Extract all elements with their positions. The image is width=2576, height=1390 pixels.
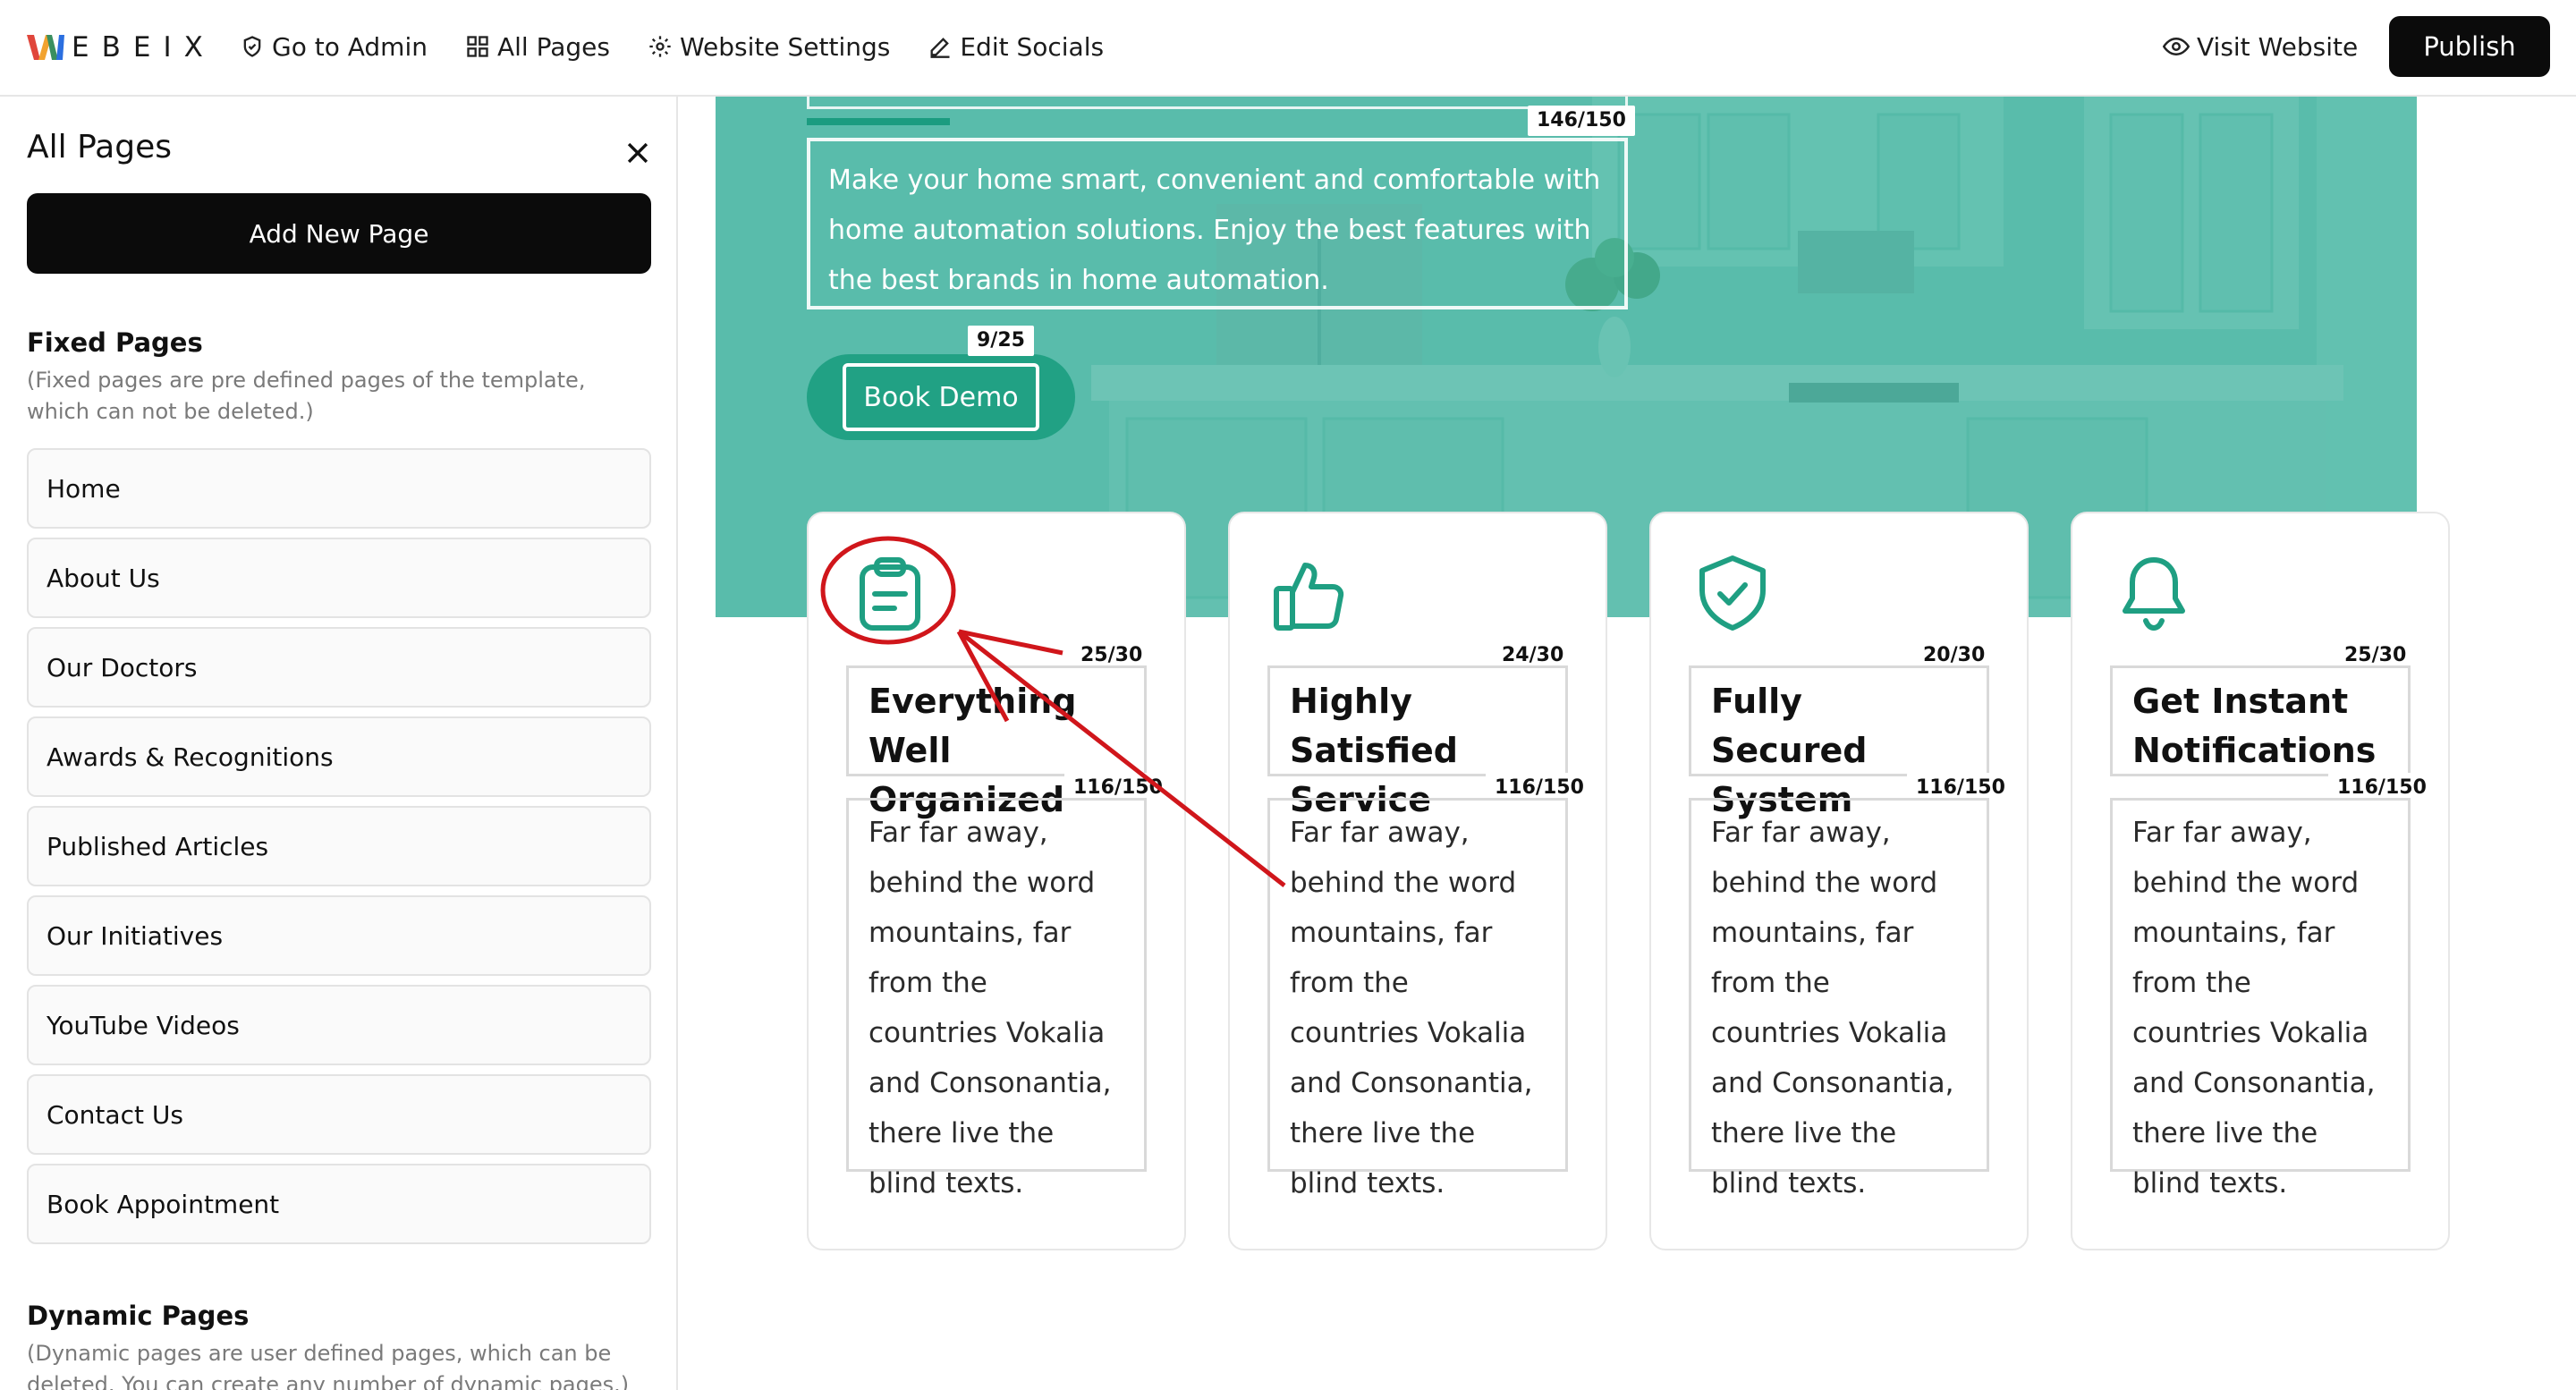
- book-demo-button[interactable]: Book Demo: [843, 363, 1039, 431]
- all-pages-sidebar: All Pages Add New Page Fixed Pages (Fixe…: [0, 97, 678, 1390]
- bell-icon[interactable]: [2114, 553, 2194, 633]
- shield-check-icon[interactable]: [1692, 553, 1773, 633]
- sidebar-item-awards[interactable]: Awards & Recognitions: [27, 716, 651, 797]
- publish-button[interactable]: Publish: [2389, 16, 2550, 77]
- eye-icon: [2163, 37, 2190, 56]
- card-title-field[interactable]: Fully Secured System: [1689, 665, 1989, 819]
- hero-text-counter: 146/150: [1528, 106, 1635, 136]
- dynamic-pages-title: Dynamic Pages: [27, 1301, 250, 1331]
- pencil-icon: [930, 38, 950, 58]
- fixed-pages-title: Fixed Pages: [27, 327, 203, 358]
- thumbs-up-icon[interactable]: [1271, 553, 1352, 633]
- sidebar-item-published-articles[interactable]: Published Articles: [27, 806, 651, 886]
- webeix-logo[interactable]: EBEIX: [27, 30, 216, 65]
- fixed-pages-note: (Fixed pages are pre defined pages of th…: [27, 368, 586, 424]
- card-description-field[interactable]: Far far away, behind the word mountains,…: [2110, 798, 2411, 1199]
- feature-card-satisfied: 24/30 Highly Satisfied Service 116/150 F…: [1228, 512, 1607, 1250]
- edit-socials-link[interactable]: Edit Socials: [928, 32, 1104, 62]
- clipboard-icon[interactable]: [850, 553, 930, 633]
- sidebar-item-about-us[interactable]: About Us: [27, 538, 651, 618]
- feature-card-notifications: 25/30 Get Instant Notifications 116/150 …: [2071, 512, 2450, 1250]
- book-demo-counter: 9/25: [968, 326, 1034, 356]
- add-new-page-button[interactable]: Add New Page: [27, 193, 651, 274]
- sidebar-title: All Pages: [27, 129, 172, 165]
- card-title-field[interactable]: Highly Satisfied Service: [1267, 665, 1568, 819]
- hero-underline: [807, 118, 950, 125]
- go-to-admin-label: Go to Admin: [272, 31, 428, 62]
- page-editor-canvas: 146/150 Make your home smart, convenient…: [716, 97, 2576, 1390]
- card-description-field[interactable]: Far far away, behind the word mountains,…: [1267, 798, 1568, 1199]
- logo-w-mark: [27, 35, 64, 60]
- hero-heading-field[interactable]: [807, 97, 1628, 109]
- sidebar-item-home[interactable]: Home: [27, 448, 651, 529]
- top-nav: Go to Admin All Pages Website Settings E…: [240, 25, 1141, 68]
- sidebar-item-book-appointment[interactable]: Book Appointment: [27, 1164, 651, 1244]
- gear-icon: [649, 36, 671, 57]
- card-title-field[interactable]: Everything Well Organized: [846, 665, 1147, 819]
- shield-icon: [243, 36, 261, 57]
- all-pages-label: All Pages: [496, 31, 610, 62]
- logo-wordmark: EBEIX: [72, 31, 216, 64]
- sidebar-item-contact-us[interactable]: Contact Us: [27, 1074, 651, 1155]
- website-settings-link[interactable]: Website Settings: [648, 32, 890, 62]
- fixed-pages-list: Home About Us Our Doctors Awards & Recog…: [27, 448, 651, 1253]
- sidebar-item-our-doctors[interactable]: Our Doctors: [27, 627, 651, 708]
- visit-website-link[interactable]: Visit Website: [2163, 25, 2358, 68]
- sidebar-item-our-initiatives[interactable]: Our Initiatives: [27, 895, 651, 976]
- card-title-field[interactable]: Get Instant Notifications: [2110, 665, 2411, 776]
- sidebar-item-youtube-videos[interactable]: YouTube Videos: [27, 985, 651, 1065]
- all-pages-link[interactable]: All Pages: [465, 32, 610, 62]
- close-icon[interactable]: [623, 138, 653, 168]
- visit-website-label: Visit Website: [2197, 31, 2359, 62]
- top-bar: EBEIX Go to Admin All Pages Website Sett…: [0, 0, 2576, 97]
- feature-card-organized: 25/30 Everything Well Organized 116/150 …: [807, 512, 1186, 1250]
- card-description-field[interactable]: Far far away, behind the word mountains,…: [846, 798, 1147, 1199]
- card-description-field[interactable]: Far far away, behind the word mountains,…: [1689, 798, 1989, 1199]
- edit-socials-label: Edit Socials: [960, 31, 1105, 62]
- go-to-admin-link[interactable]: Go to Admin: [240, 32, 428, 62]
- website-settings-label: Website Settings: [679, 31, 891, 62]
- feature-card-secured: 20/30 Fully Secured System 116/150 Far f…: [1649, 512, 2029, 1250]
- dynamic-pages-note: (Dynamic pages are user defined pages, w…: [27, 1341, 630, 1390]
- grid-icon: [467, 36, 488, 57]
- hero-text-field[interactable]: Make your home smart, convenient and com…: [807, 138, 1628, 309]
